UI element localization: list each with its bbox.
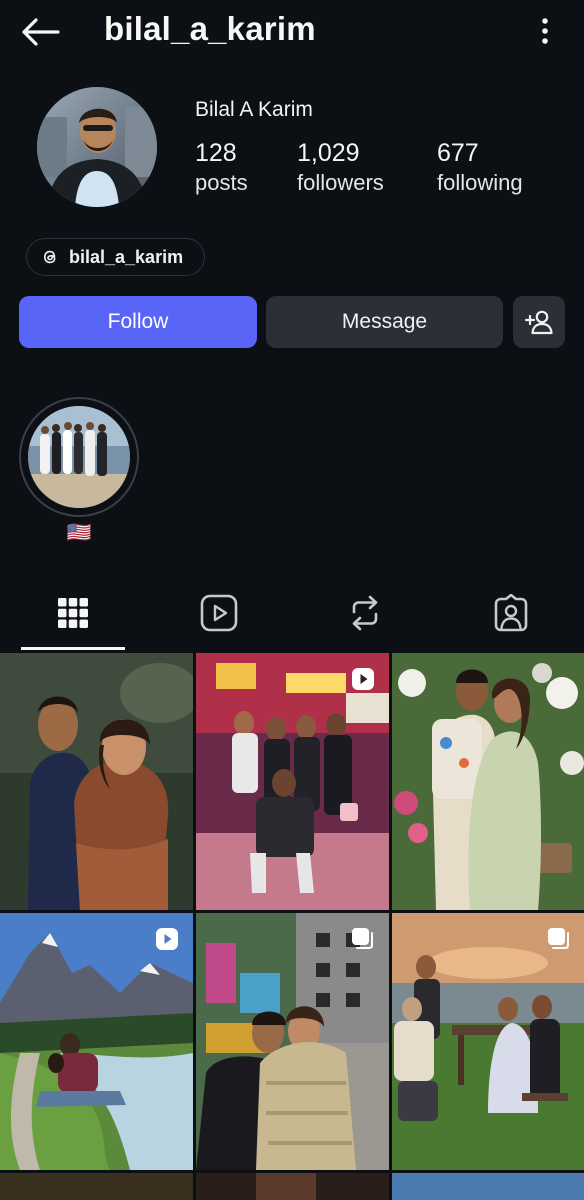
followers-stat[interactable]: 1,029 followers: [297, 138, 384, 198]
profile-avatar[interactable]: [37, 87, 157, 207]
threads-handle: bilal_a_karim: [69, 246, 184, 267]
top-bar: bilal_a_karim: [0, 0, 584, 62]
tab-reels[interactable]: [146, 575, 292, 650]
tab-tagged[interactable]: [438, 575, 584, 650]
repost-icon: [352, 595, 378, 630]
follow-button[interactable]: Follow: [19, 296, 257, 348]
grid-icon: [58, 597, 88, 628]
posts-label: posts: [195, 170, 248, 195]
post-thumbnail[interactable]: [196, 913, 389, 1170]
posts-stat[interactable]: 128 posts: [195, 138, 248, 198]
post-thumbnail[interactable]: [0, 653, 193, 910]
followers-label: followers: [297, 170, 384, 195]
post-thumbnail[interactable]: [392, 913, 584, 1170]
threads-profile-link[interactable]: bilal_a_karim: [26, 238, 205, 276]
following-label: following: [437, 170, 523, 195]
highlight-label: 🇺🇸: [66, 520, 92, 544]
tab-posts-grid[interactable]: [0, 575, 146, 650]
carousel-badge-icon: [547, 927, 571, 951]
post-thumbnail-partial[interactable]: [392, 1173, 584, 1200]
message-button[interactable]: Message: [266, 296, 503, 348]
posts-count: 128: [195, 139, 237, 167]
add-user-button[interactable]: [513, 296, 565, 348]
profile-username-title: bilal_a_karim: [104, 10, 316, 47]
post-thumbnail-partial[interactable]: [196, 1173, 389, 1200]
post-thumbnail-partial[interactable]: [0, 1173, 193, 1200]
active-tab-indicator: [21, 647, 125, 650]
back-arrow-icon[interactable]: [18, 12, 62, 52]
following-stat[interactable]: 677 following: [437, 138, 523, 198]
carousel-badge-icon: [351, 927, 375, 951]
post-thumbnail[interactable]: [196, 653, 389, 910]
reel-badge-icon: [155, 927, 179, 951]
post-thumbnail[interactable]: [0, 913, 193, 1170]
post-thumbnail[interactable]: [392, 653, 584, 910]
profile-tabs: [0, 575, 584, 650]
highlight-cover-image: [28, 406, 130, 508]
more-options-icon[interactable]: [532, 14, 558, 48]
reels-icon: [200, 594, 238, 631]
tagged-icon: [494, 593, 528, 631]
profile-full-name: Bilal A Karim: [195, 98, 313, 121]
following-count: 677: [437, 139, 479, 167]
reel-badge-icon: [351, 667, 375, 691]
threads-icon: [41, 248, 59, 266]
tab-reposts[interactable]: [292, 575, 438, 650]
followers-count: 1,029: [297, 139, 360, 167]
add-person-icon: [524, 310, 553, 335]
story-highlight[interactable]: [19, 397, 139, 517]
